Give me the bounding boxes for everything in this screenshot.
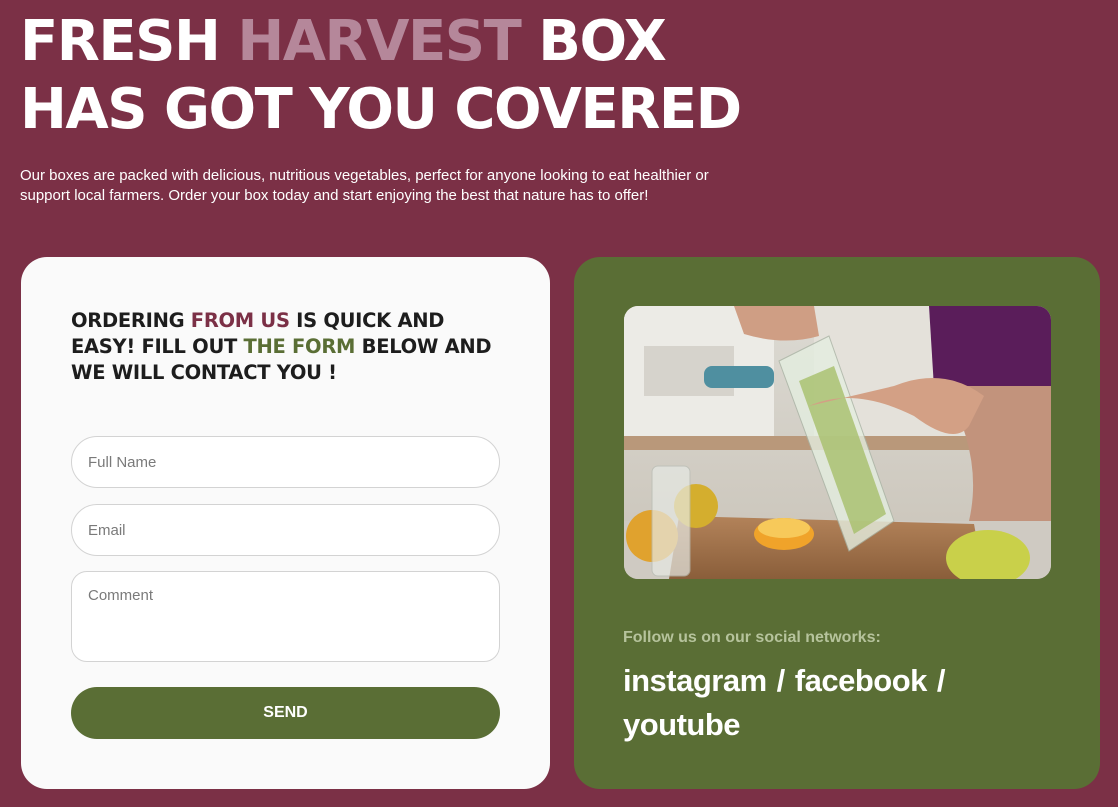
instagram-link[interactable]: instagram bbox=[623, 663, 767, 698]
youtube-link[interactable]: youtube bbox=[623, 707, 741, 742]
social-links: instagram / facebook / youtube bbox=[623, 659, 1023, 747]
full-name-input[interactable] bbox=[71, 436, 500, 488]
form-heading-highlight-1: FROM US bbox=[190, 309, 290, 332]
social-card: Follow us on our social networks: instag… bbox=[574, 257, 1100, 789]
order-form-card: ORDERING FROM US IS QUICK AND EASY! FILL… bbox=[21, 257, 550, 789]
hero-title-part1: FRESH bbox=[20, 9, 238, 74]
smoothie-photo-illustration bbox=[624, 306, 1051, 579]
email-input[interactable] bbox=[71, 504, 500, 556]
hero-title-line2: HAS GOT YOU COVERED bbox=[20, 77, 742, 142]
form-heading-a: ORDERING bbox=[71, 309, 191, 332]
send-button[interactable]: SEND bbox=[71, 687, 500, 739]
link-separator: / bbox=[936, 663, 946, 698]
smoothie-photo bbox=[624, 306, 1051, 579]
hero-title-highlight: HARVEST bbox=[237, 9, 521, 74]
hero-title-part2: BOX bbox=[520, 9, 666, 74]
form-heading: ORDERING FROM US IS QUICK AND EASY! FILL… bbox=[71, 308, 511, 386]
follow-us-text: Follow us on our social networks: bbox=[623, 629, 881, 646]
link-separator: / bbox=[776, 663, 786, 698]
hero-description: Our boxes are packed with delicious, nut… bbox=[20, 167, 709, 204]
form-heading-highlight-2: THE FORM bbox=[243, 335, 356, 358]
facebook-link[interactable]: facebook bbox=[795, 663, 928, 698]
hero-section: FRESH HARVEST BOX HAS GOT YOU COVERED Ou… bbox=[20, 8, 1100, 206]
hero-title: FRESH HARVEST BOX HAS GOT YOU COVERED bbox=[20, 8, 1100, 144]
comment-textarea[interactable] bbox=[71, 571, 500, 662]
